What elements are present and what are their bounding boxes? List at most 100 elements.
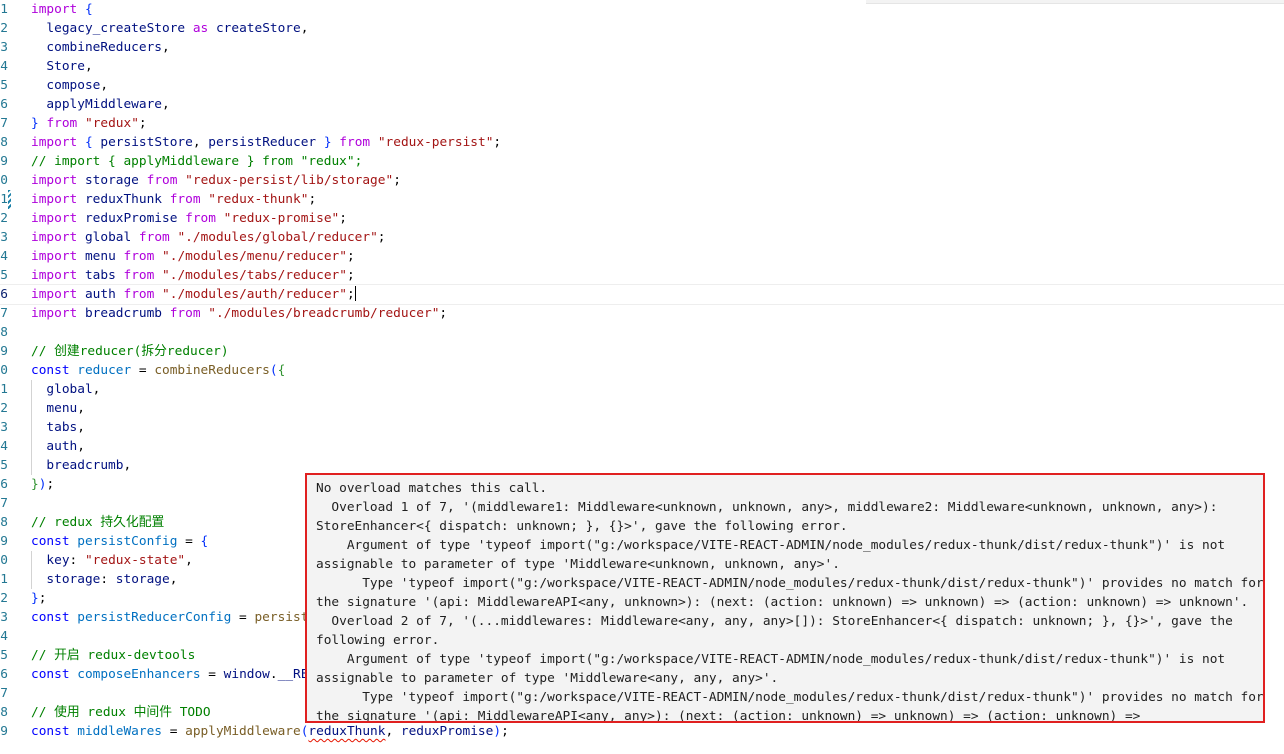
code-line[interactable]: 12 import reduxPromise from "redux-promis…	[0, 209, 1284, 228]
code-line[interactable]: 1 import {	[0, 0, 1284, 19]
code-editor[interactable]: 1 import {2 legacy_createStore as createS…	[0, 0, 1284, 754]
code-token: const	[31, 534, 70, 549]
code-token: ,	[123, 458, 132, 473]
code-token: ,	[162, 97, 170, 112]
code-text: auth,	[31, 437, 85, 456]
code-line[interactable]: 13 import global from "./modules/global/r…	[0, 228, 1284, 247]
hover-line: Overload 1 of 7, '(middleware1: Middlewa…	[316, 500, 1218, 515]
code-token: __RE	[277, 667, 309, 682]
code-line[interactable]: 24 auth,	[0, 437, 1284, 456]
line-number: 31	[0, 572, 8, 587]
hover-line: Argument of type 'typeof import("g:/work…	[316, 538, 1226, 553]
code-token: :	[100, 572, 116, 587]
error-token: reduxThunk	[308, 724, 386, 739]
code-token: =	[231, 610, 255, 625]
code-token: breadcrumb	[84, 306, 162, 321]
code-line[interactable]: 18	[0, 323, 1284, 342]
code-text: } from "redux";	[31, 114, 147, 133]
code-token: "redux-persist"	[377, 135, 494, 150]
code-line[interactable]: 16 import auth from "./modules/auth/reduc…	[0, 284, 1284, 305]
code-line[interactable]: 2 legacy_createStore as createStore,	[0, 19, 1284, 38]
code-token: const	[31, 610, 70, 625]
code-token: global	[84, 230, 132, 245]
code-token: storage	[115, 572, 170, 587]
hover-line: Type 'typeof import("g:/workspace/VITE-R…	[316, 690, 1264, 705]
code-token: ,	[192, 135, 209, 150]
code-line[interactable]: 20 const reducer = combineReducers({	[0, 361, 1284, 380]
code-line[interactable]: 19 // 创建reducer(拆分reducer)	[0, 342, 1284, 361]
code-token: from	[123, 287, 155, 302]
code-token: global	[46, 382, 93, 397]
code-text: global,	[31, 380, 100, 399]
modified-line-indicator[interactable]	[8, 190, 11, 209]
code-token: =	[200, 667, 224, 682]
code-line[interactable]: 39 const middleWares = applyMiddleware(re…	[0, 722, 1284, 741]
code-token: // redux 持久化配置	[31, 515, 165, 530]
line-number: 36	[0, 667, 8, 682]
code-token: ,	[385, 724, 401, 739]
code-line[interactable]: 14 import menu from "./modules/menu/reduc…	[0, 247, 1284, 266]
code-text: import global from "./modules/global/red…	[31, 228, 386, 247]
code-token: ;	[346, 268, 355, 283]
code-token: "redux-persist/lib/storage"	[185, 173, 394, 188]
code-text: legacy_createStore as createStore,	[31, 19, 308, 38]
code-token: }	[31, 116, 39, 131]
code-line[interactable]: 9 // import { applyMiddleware } from "red…	[0, 152, 1284, 171]
code-text: import menu from "./modules/menu/reducer…	[31, 247, 355, 266]
code-line[interactable]: 17 import breadcrumb from "./modules/brea…	[0, 304, 1284, 323]
code-token: reducer	[77, 363, 132, 378]
code-token: }	[323, 135, 332, 150]
code-token: import	[31, 2, 78, 17]
code-token: as	[192, 21, 209, 36]
line-number: 15	[0, 268, 8, 283]
code-text: import breadcrumb from "./modules/breadc…	[31, 304, 447, 323]
line-number: 6	[0, 97, 8, 112]
code-token: {	[277, 363, 286, 378]
code-line[interactable]: 7} from "redux";	[0, 114, 1284, 133]
code-text: import storage from "redux-persist/lib/s…	[31, 171, 401, 190]
text-cursor	[354, 286, 356, 301]
code-line[interactable]: 21 global,	[0, 380, 1284, 399]
line-number: 26	[0, 477, 8, 492]
code-token: persistConfig	[77, 534, 178, 549]
error-hover-popup[interactable]: No overload matches this call. Overload …	[305, 473, 1265, 723]
line-number: 25	[0, 458, 8, 473]
code-line[interactable]: 4 Store,	[0, 57, 1284, 76]
code-line[interactable]: 6 applyMiddleware,	[0, 95, 1284, 114]
code-line[interactable]: 22 menu,	[0, 399, 1284, 418]
code-token: storage	[46, 572, 101, 587]
code-line[interactable]: 15 import tabs from "./modules/tabs/reduc…	[0, 266, 1284, 285]
code-token: menu	[84, 249, 116, 264]
code-token: const	[31, 363, 70, 378]
code-token: ;	[308, 192, 317, 207]
code-line[interactable]: 5 compose,	[0, 76, 1284, 95]
code-token: combineReducers	[46, 40, 162, 55]
code-token: // import { applyMiddleware } from "redu…	[31, 154, 363, 169]
code-token: ,	[77, 401, 85, 416]
code-line[interactable]: 3 combineReducers,	[0, 38, 1284, 57]
code-line[interactable]: 8 import { persistStore, persistReducer }…	[0, 133, 1284, 152]
code-token: ,	[185, 553, 193, 568]
code-line[interactable]: 10 import storage from "redux-persist/lib…	[0, 171, 1284, 190]
code-line[interactable]: 11 import reduxThunk from "redux-thunk";	[0, 190, 1284, 209]
code-token: from	[123, 268, 155, 283]
hover-line: assignable to parameter of type 'Middlew…	[316, 671, 779, 686]
code-line[interactable]: 23 tabs,	[0, 418, 1284, 437]
line-number: 34	[0, 629, 8, 644]
hover-line: StoreEnhancer<{ dispatch: unknown; }, {}…	[316, 519, 848, 534]
code-text: import reduxPromise from "redux-promise"…	[31, 209, 347, 228]
code-token: const	[31, 667, 70, 682]
code-token: ,	[77, 420, 85, 435]
code-text: breadcrumb,	[31, 456, 131, 475]
